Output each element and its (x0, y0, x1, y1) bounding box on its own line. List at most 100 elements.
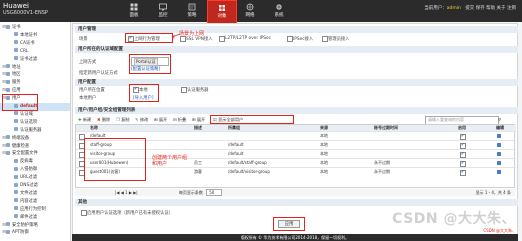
section-auth-domain: 用户所在的认证域配置 (75, 46, 518, 53)
edit-icon[interactable] (497, 143, 501, 147)
edit-icon[interactable] (497, 161, 501, 165)
modify-button[interactable]: ✎ 修改 (135, 116, 148, 123)
sidebar-item-label: 应用行为控制 (20, 206, 46, 212)
sidebar-item[interactable]: DNS过滤 (0, 182, 70, 190)
tree-node-icon (14, 119, 18, 124)
sidebar-item-label: 入侵防御 (20, 167, 38, 173)
nav-object[interactable]: 对象 (207, 0, 237, 24)
brand-name: Huawei (3, 2, 29, 10)
sidebar-item[interactable]: 文件过滤 (0, 190, 70, 198)
row-source: 本地 (320, 142, 328, 147)
sidebar-item[interactable]: ⊟ 地址 (0, 64, 70, 72)
user-bar: 当前用户：admin 提交 保存 帮助 关于 注销 (424, 5, 516, 11)
row-group: /default (228, 142, 244, 147)
search-button[interactable]: ⚲ (498, 116, 501, 123)
tree-node-icon (14, 40, 18, 45)
collapse-button[interactable]: ⊟ 折叠 (173, 116, 186, 123)
sidebar-item-label: CRL (20, 48, 29, 54)
sidebar-item[interactable]: 反病毒 (0, 158, 70, 166)
sidebar-item[interactable]: CRL (0, 48, 70, 56)
access-method-tag: Portal认证 (134, 58, 158, 66)
sidebar-item[interactable]: 认证选项 (0, 119, 70, 127)
sidebar-item[interactable]: ⊟ 地区 (0, 71, 70, 79)
sidebar-item[interactable]: ⊟ 安全配置文件 (0, 150, 70, 158)
expand-button[interactable]: ⊞ 展开 (154, 116, 167, 123)
sidebar-item[interactable]: ⊟ 健康检查 (0, 143, 70, 151)
network-icon (246, 3, 254, 11)
sidebar-item[interactable]: 本地证书 (0, 32, 70, 40)
dashboard-icon (130, 3, 138, 11)
new-user-auth-label: 指定新用户认证方式 (79, 71, 118, 76)
import-users-link[interactable]: [导入用户] (133, 95, 154, 101)
expand-all-button[interactable]: ⊞ 展开 (192, 116, 205, 123)
sidebar-item[interactable]: ⊟ 服务 (0, 79, 70, 87)
apply-button[interactable]: 应用 (278, 220, 300, 228)
sidebar-item-label: 终端设备 (12, 135, 30, 141)
sidebar-item[interactable]: URL过滤 (0, 174, 70, 182)
header-links[interactable]: 提交 保存 帮助 关于 注销 (465, 6, 516, 11)
sidebar-item[interactable]: ⊟ 安全防护策略 (0, 222, 70, 230)
tree-node-icon (14, 158, 18, 163)
system-icon (276, 4, 282, 10)
tree-node-icon (14, 214, 18, 219)
sidebar-item-label: URL过滤 (20, 175, 38, 181)
section-user-list: 用户/用户组/安全组管理列表 (75, 107, 518, 114)
sidebar-item-label: 服务 (12, 80, 21, 86)
edit-icon[interactable] (497, 152, 501, 156)
sidebar-item[interactable]: ⊟ 终端设备 (0, 135, 70, 143)
config-auth-policy-link[interactable]: [配置认证策略] (131, 66, 160, 72)
sidebar-item[interactable]: 证书过滤 (0, 56, 70, 64)
edit-icon[interactable] (497, 170, 501, 174)
new-button[interactable]: ✚ 新建 (78, 116, 91, 123)
delete-label: 删除 (101, 117, 111, 122)
sidebar-item[interactable]: 邮件过滤 (0, 214, 70, 222)
scene-label: 场景 (79, 37, 88, 42)
nav-system[interactable]: 系统 (265, 0, 293, 22)
sidebar-item-label: 邮件过滤 (20, 214, 38, 220)
nav-policy[interactable]: 策略 (178, 0, 206, 22)
tree-node-icon (6, 79, 10, 84)
tree-node-icon (14, 206, 18, 211)
sidebar-item[interactable]: 认证服务器 (0, 127, 70, 135)
nav-network[interactable]: 网络 (236, 0, 264, 22)
nav-dashboard[interactable]: 面板 (120, 0, 148, 22)
edit-icon[interactable] (497, 134, 501, 138)
sidebar-item[interactable]: 应用行为控制 (0, 206, 70, 214)
sidebar: ⊟ 证书 本地证书 CA证书 CRL 证书过滤 ⊟ 地址 ⊟ 地区 ⊟ 服务 ⊟ 应用 ⊟ 用户 default… (0, 22, 71, 241)
sidebar-item[interactable]: 入侵防御 (0, 166, 70, 174)
sidebar-item[interactable]: 认证域 (0, 111, 70, 119)
row-enabled-checkbox[interactable] (460, 169, 466, 176)
sidebar-item[interactable]: 内容过滤 (0, 198, 70, 206)
sidebar-item-label: 认证域 (20, 111, 33, 117)
show-all-label: 显示全部用户 (218, 117, 244, 122)
row-source: 本地 (320, 169, 328, 174)
row-group: /default/visitor-group (228, 169, 270, 174)
sidebar-item[interactable]: ⊟ 证书 (0, 24, 70, 32)
sidebar-item[interactable]: CA证书 (0, 40, 70, 48)
nav-label: 对象 (217, 14, 227, 19)
access-method-field[interactable]: Portal认证 (131, 57, 169, 66)
delete-button[interactable]: ✖ 删除 (97, 116, 110, 123)
pager-per-page-label: 每页显示条数 (178, 190, 203, 195)
tree-node-icon (14, 166, 18, 171)
tree-node-icon (6, 150, 10, 155)
pager-nav[interactable]: |◀ ◀ 1 ▶ ▶| (115, 190, 138, 195)
tree-node-icon (6, 222, 10, 226)
nav-label: 策略 (187, 13, 197, 18)
nav-label: 面板 (129, 13, 139, 18)
nav-label: 监控 (158, 13, 168, 18)
copy-button[interactable]: ❐ 复制 (116, 116, 130, 123)
nav-label: 网络 (245, 13, 255, 18)
section-user-mgmt: 用户管理 (75, 26, 518, 33)
show-all-users-checkbox[interactable]: ☑ 显示全部用户 (213, 116, 243, 123)
tree-node-icon (14, 127, 18, 132)
row-expire: 永不过期 (374, 169, 390, 174)
current-user[interactable]: admin (447, 6, 461, 11)
sidebar-item-label: CA证书 (20, 40, 35, 46)
portal-option-label: 启用用户认证选项（新用户已有未授权认证） (87, 210, 173, 216)
per-page-select[interactable]: 50 (206, 189, 223, 196)
tree-node-icon (14, 48, 18, 53)
sidebar-item[interactable]: ⊟ APT防御 (0, 229, 70, 237)
pager-info: 显示 1 - 4，共 4 条 (475, 190, 511, 195)
nav-monitor[interactable]: 监控 (149, 0, 177, 22)
